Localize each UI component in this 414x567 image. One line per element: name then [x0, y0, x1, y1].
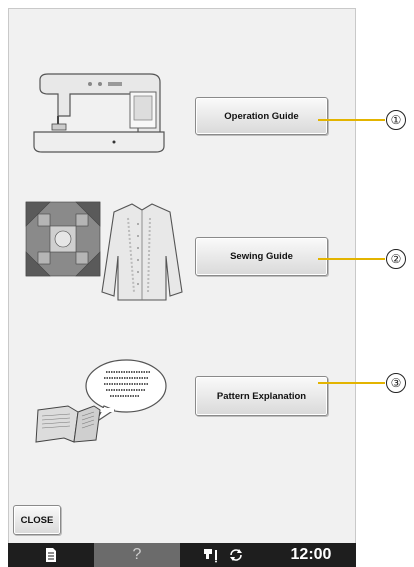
pattern-explanation-label: Pattern Explanation: [216, 390, 307, 402]
leader-line-2: [318, 258, 385, 260]
rotate-icon: [230, 549, 242, 561]
clock: 12:00: [266, 543, 356, 567]
leader-line-3: [318, 382, 385, 384]
sewing-machine-image: [33, 73, 165, 153]
book-with-speech-bubble-image: [35, 359, 167, 443]
quilt-and-shirt-image: [25, 201, 183, 301]
close-label: CLOSE: [20, 514, 54, 526]
help-button[interactable]: ?: [94, 543, 180, 567]
callout-2: ②: [386, 249, 406, 269]
operation-guide-label: Operation Guide: [224, 110, 299, 122]
callout-3: ③: [386, 373, 406, 393]
close-button[interactable]: CLOSE: [13, 505, 61, 535]
callout-1: ①: [386, 110, 406, 130]
sewing-guide-label: Sewing Guide: [230, 251, 293, 262]
leader-line-1: [318, 119, 385, 121]
clock-time: 12:00: [290, 546, 332, 563]
needle-mode-icon: [204, 549, 217, 563]
pattern-explanation-button[interactable]: Pattern Explanation: [195, 376, 328, 416]
document-icon: [46, 548, 56, 562]
operation-guide-button[interactable]: Operation Guide: [195, 97, 328, 135]
help-icon: ?: [132, 546, 142, 563]
sewing-guide-button[interactable]: Sewing Guide: [195, 237, 328, 276]
status-bar: ? 12:00: [8, 543, 356, 567]
document-button[interactable]: [8, 543, 94, 567]
mode-indicator[interactable]: [180, 543, 266, 567]
